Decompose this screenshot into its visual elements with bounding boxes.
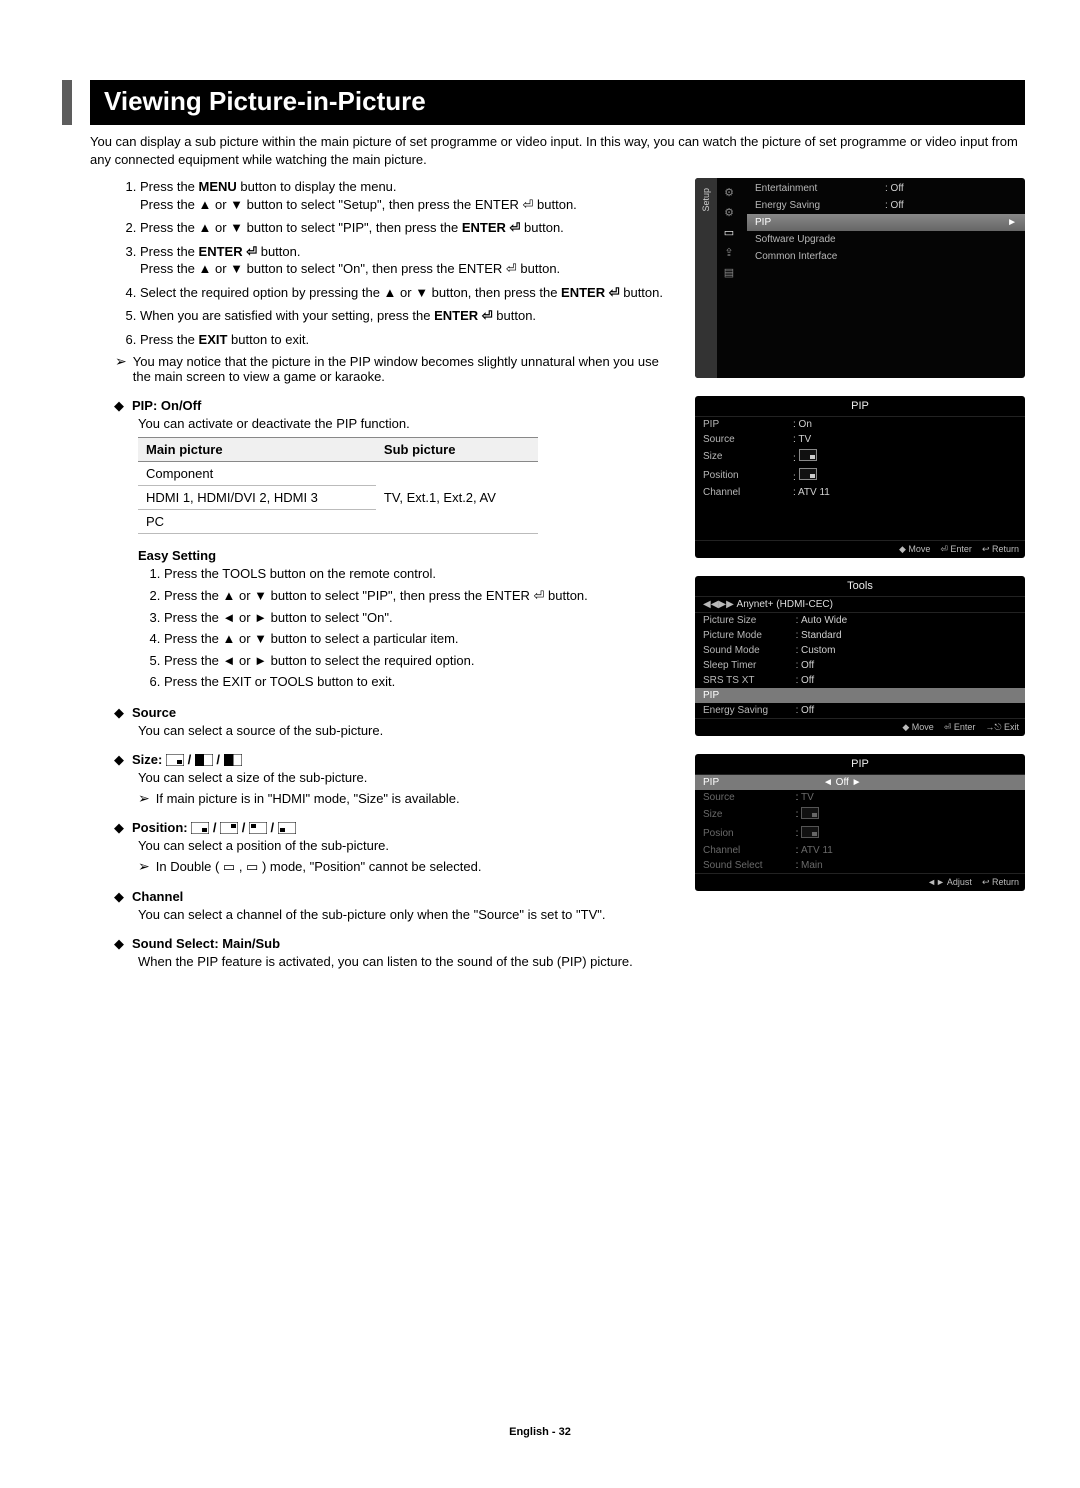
menu-icon: ▭ [721,224,737,240]
osd-pip-adjust: PIP PIP◄ Off ► Source:TV Size: Posion: C… [695,754,1025,891]
diamond-bullet-icon: ◆ [114,936,124,952]
size-desc: You can select a size of the sub-picture… [138,770,677,785]
source-table: Main pictureSub picture ComponentTV, Ext… [138,437,538,534]
osd-row: Source:TV [695,790,1025,805]
osd-row-highlighted: PIP◄ Off ► [695,775,1025,790]
osd-row: Position: [695,466,1025,485]
osd-bar: ◆ Move⏎ Enter↩ Return [695,540,1025,558]
osd-row: Picture Mode:Standard [695,628,1025,643]
osd-row: Software Upgrade [747,231,1025,248]
osd-row: SRS TS XT:Off [695,673,1025,688]
diamond-bullet-icon: ◆ [114,820,124,836]
diamond-bullet-icon: ◆ [114,705,124,721]
easy-steps: Press the TOOLS button on the remote con… [136,565,677,690]
osd-row: PIP: On [695,417,1025,432]
osd-pip-settings: PIP PIP: On Source: TV Size: Position: C… [695,396,1025,558]
osd-bar: ◄► Adjust↩ Return [695,873,1025,891]
osd-row-highlighted: PIP [695,688,1025,703]
menu-icon: ⚙ [721,204,737,220]
sound-select-label: Sound Select: Main/Sub [132,936,280,952]
channel-desc: You can select a channel of the sub-pict… [138,907,677,922]
step-6: Press the EXIT button to exit. [140,331,677,349]
step-1: Press the MENU button to display the men… [140,178,677,213]
osd-row: Sleep Timer:Off [695,658,1025,673]
step-3: Press the ENTER ⏎ button.Press the ▲ or … [140,243,677,278]
diamond-bullet-icon: ◆ [114,398,124,414]
osd-row: Channel:ATV 11 [695,843,1025,858]
title-accent-bar [62,80,72,125]
osd-setup-tab: Setup [701,188,711,212]
osd-row: Channel: ATV 11 [695,485,1025,500]
diamond-bullet-icon: ◆ [114,889,124,905]
osd-row: Common Interface [747,248,1025,265]
position-label: Position: [132,820,188,835]
note-icon: ➢ [138,791,150,806]
size-icons: / / [166,752,242,767]
easy-setting-head: Easy Setting [138,548,677,563]
diamond-bullet-icon: ◆ [114,752,124,768]
page-title: Viewing Picture-in-Picture [90,80,1025,125]
step-5: When you are satisfied with your setting… [140,307,677,325]
position-desc: You can select a position of the sub-pic… [138,838,677,853]
source-desc: You can select a source of the sub-pictu… [138,723,677,738]
step-2: Press the ▲ or ▼ button to select "PIP",… [140,219,677,237]
main-steps: Press the MENU button to display the men… [90,178,677,348]
osd-row: Energy Saving: Off [747,197,1025,214]
pip-onoff-desc: You can activate or deactivate the PIP f… [138,416,677,431]
osd-row: Sound Mode:Custom [695,643,1025,658]
osd-row: Entertainment: Off [747,180,1025,197]
sound-select-desc: When the PIP feature is activated, you c… [138,954,677,969]
menu-icon: ▤ [721,264,737,280]
intro-text: You can display a sub picture within the… [90,133,1025,168]
note-icon: ➢ [138,859,150,875]
osd-row: Size: [695,447,1025,466]
osd-row: Sound Select:Main [695,858,1025,873]
note-pip-unnatural: ➢ You may notice that the picture in the… [115,354,677,384]
osd-bar: ◆ Move⏎ Enter→⎋ Exit [695,718,1025,736]
step-4: Select the required option by pressing t… [140,284,677,302]
menu-icon: ⇪ [721,244,737,260]
page-footer: English - 32 [0,1426,1080,1438]
size-label: Size: [132,752,162,767]
osd-row: Posion: [695,824,1025,843]
osd-row-highlighted: PIP► [747,214,1025,231]
osd-row: Size: [695,805,1025,824]
osd-setup-menu: Setup ⚙ ⚙ ▭ ⇪ ▤ Entertainment: Off Energ… [695,178,1025,378]
osd-row: ◀◀▶▶ Anynet+ (HDMI-CEC) [695,597,1025,613]
menu-icon: ⚙ [721,184,737,200]
pip-onoff-label: PIP: On/Off [132,398,201,414]
source-label: Source [132,705,176,721]
osd-row: Picture Size:Auto Wide [695,613,1025,628]
channel-label: Channel [132,889,183,905]
note-icon: ➢ [115,354,127,384]
osd-row: Energy Saving:Off [695,703,1025,718]
position-icons: / / / [191,820,296,835]
osd-tools: Tools ◀◀▶▶ Anynet+ (HDMI-CEC) Picture Si… [695,576,1025,736]
osd-row: Source: TV [695,432,1025,447]
